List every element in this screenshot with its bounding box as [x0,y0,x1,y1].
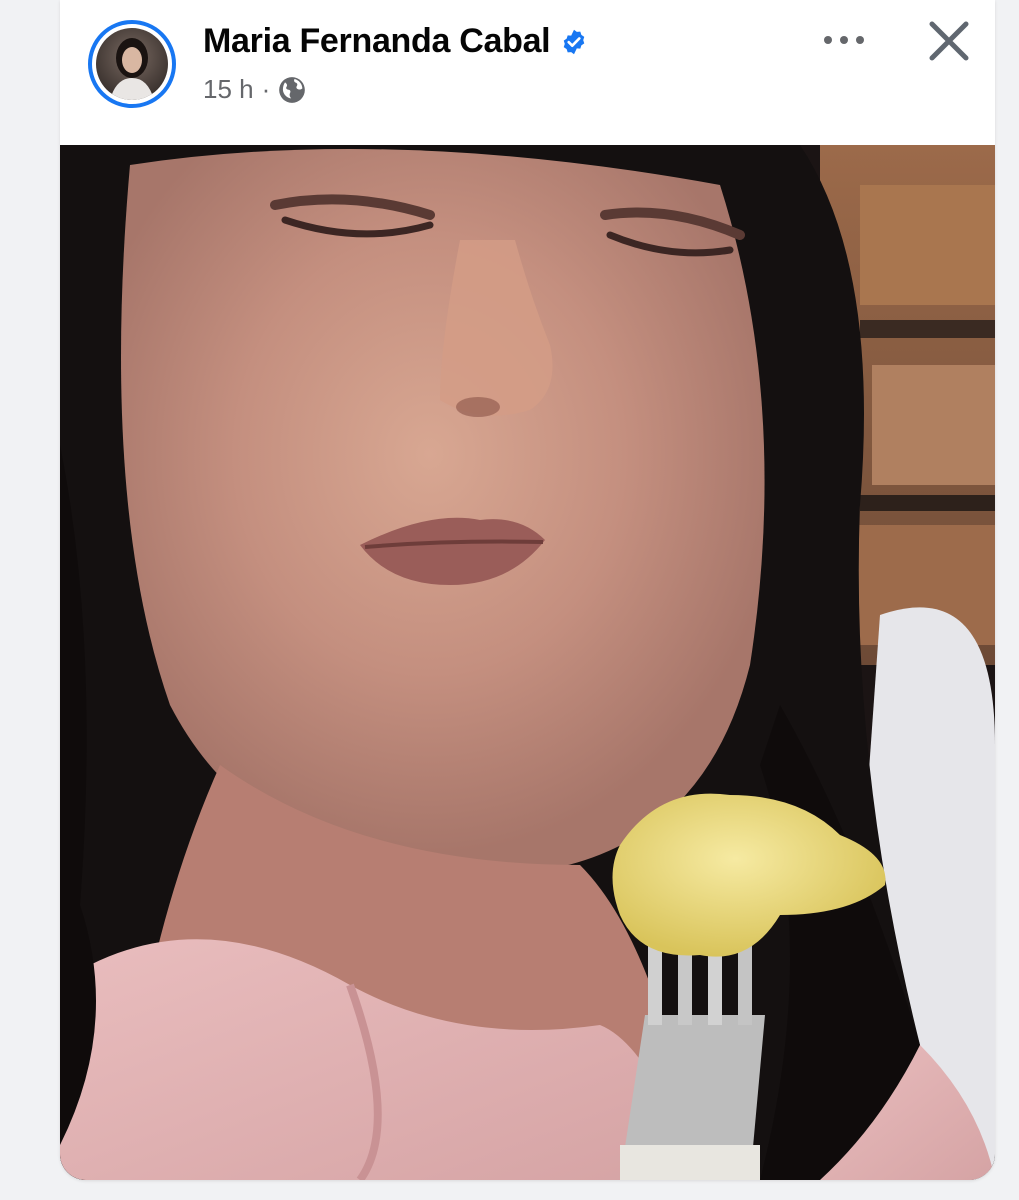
post-header: Maria Fernanda Cabal 15 h · [60,0,995,145]
avatar-image [96,28,168,100]
post-timestamp[interactable]: 15 h [203,74,254,105]
close-icon[interactable] [922,14,976,68]
meta-separator: · [261,74,271,104]
post-photo-image [60,145,995,1180]
more-options-icon[interactable] [816,22,872,58]
post-card: Maria Fernanda Cabal 15 h · [60,0,995,1180]
avatar[interactable] [88,20,176,108]
globe-icon[interactable] [278,76,306,104]
author-name[interactable]: Maria Fernanda Cabal [203,22,551,61]
post-photo[interactable] [60,145,995,1180]
post-meta: 15 h · [203,74,306,105]
verified-badge-icon [564,29,585,54]
author-row: Maria Fernanda Cabal [203,22,588,61]
